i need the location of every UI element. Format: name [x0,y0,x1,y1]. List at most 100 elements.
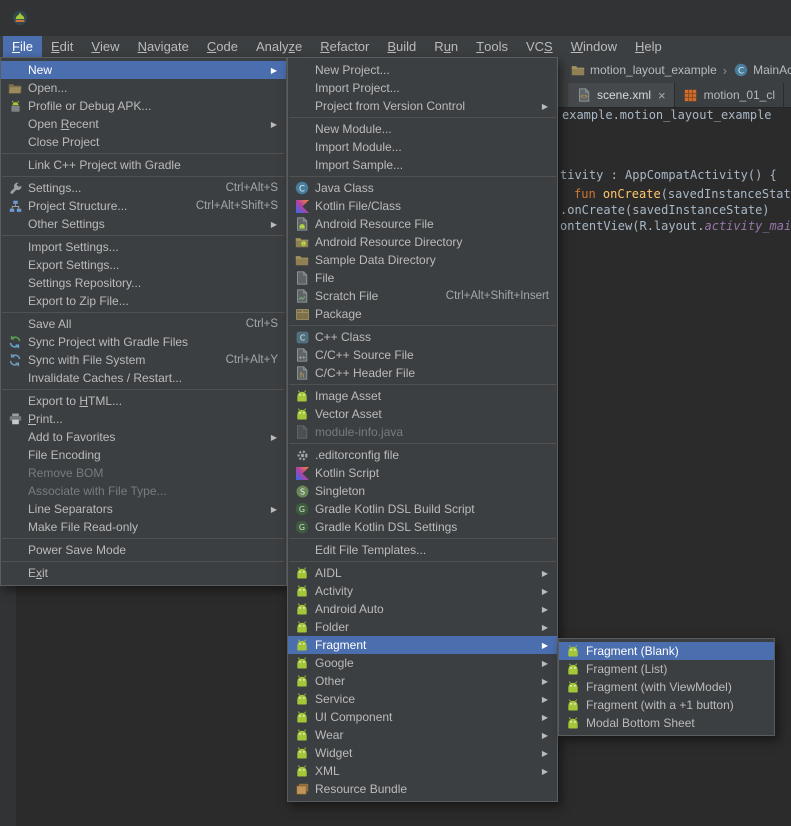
menu-item-edit-file-templates[interactable]: Edit File Templates... [288,541,557,559]
menu-item-aidl[interactable]: AIDL▶ [288,564,557,582]
menu-item-fragment-with-viewmodel[interactable]: Fragment (with ViewModel) [559,678,774,696]
menu-item-other-settings[interactable]: Other Settings▶ [1,215,286,233]
menu-item-fragment[interactable]: Fragment▶ [288,636,557,654]
code-line: example.motion_layout_example [562,108,772,122]
menu-item-associate-with-file-type[interactable]: Associate with File Type... [1,482,286,500]
icon-spacer [7,466,23,480]
menu-item-export-to-zip-file[interactable]: Export to Zip File... [1,292,286,310]
menu-item-other[interactable]: Other▶ [288,672,557,690]
menu-item-print[interactable]: Print... [1,410,286,428]
menubar-item-navigate[interactable]: Navigate [129,36,198,57]
menu-item-gradle-kotlin-dsl-build-script[interactable]: GGradle Kotlin DSL Build Script [288,500,557,518]
breadcrumb-item-motion-layout-example[interactable]: motion_layout_example [570,63,717,77]
menu-item-file[interactable]: File [288,269,557,287]
menu-item-resource-bundle[interactable]: Resource Bundle [288,780,557,798]
submenu-arrow-icon: ▶ [542,605,549,614]
menu-item-sync-project-with-gradle-files[interactable]: Sync Project with Gradle Files [1,333,286,351]
menu-item-vector-asset[interactable]: Vector Asset [288,405,557,423]
menu-item-file-encoding[interactable]: File Encoding [1,446,286,464]
menu-item-gradle-kotlin-dsl-settings[interactable]: GGradle Kotlin DSL Settings [288,518,557,536]
menu-item-label: Kotlin Script [315,466,379,480]
menu-item-settings[interactable]: Settings...Ctrl+Alt+S [1,179,286,197]
menu-item-editorconfig-file[interactable]: .editorconfig file [288,446,557,464]
menu-item-save-all[interactable]: Save AllCtrl+S [1,315,286,333]
menubar-item-vcs[interactable]: VCS [517,36,562,57]
menu-item-settings-repository[interactable]: Settings Repository... [1,274,286,292]
menu-item-make-file-read-only[interactable]: Make File Read-only [1,518,286,536]
menubar-item-help[interactable]: Help [626,36,671,57]
menu-item-link-c-project-with-gradle[interactable]: Link C++ Project with Gradle [1,156,286,174]
kotlin-icon [294,199,310,213]
menu-item-sync-with-file-system[interactable]: Sync with File SystemCtrl+Alt+Y [1,351,286,369]
menu-item-close-project[interactable]: Close Project [1,133,286,151]
menubar-item-view[interactable]: View [82,36,128,57]
menu-item-module-info-java[interactable]: module-info.java [288,423,557,441]
menu-item-kotlin-script[interactable]: Kotlin Script [288,464,557,482]
menubar-item-analyze[interactable]: Analyze [247,36,311,57]
menu-item-singleton[interactable]: SSingleton [288,482,557,500]
menu-item-fragment-list[interactable]: Fragment (List) [559,660,774,678]
menu-item-import-sample[interactable]: Import Sample... [288,156,557,174]
breadcrumb-item-mainac[interactable]: CMainAc [733,63,791,77]
menubar-item-build[interactable]: Build [378,36,425,57]
menu-item-android-resource-directory[interactable]: Android Resource Directory [288,233,557,251]
menubar-item-refactor[interactable]: Refactor [311,36,378,57]
menu-item-xml[interactable]: XML▶ [288,762,557,780]
menu-item-import-module[interactable]: Import Module... [288,138,557,156]
menu-item-invalidate-caches-restart[interactable]: Invalidate Caches / Restart... [1,369,286,387]
menu-item-google[interactable]: Google▶ [288,654,557,672]
menu-item-project-structure[interactable]: Project Structure...Ctrl+Alt+Shift+S [1,197,286,215]
menubar-item-edit[interactable]: Edit [42,36,82,57]
menu-separator [2,235,285,236]
menu-item-wear[interactable]: Wear▶ [288,726,557,744]
menu-item-folder[interactable]: Folder▶ [288,618,557,636]
menu-item-power-save-mode[interactable]: Power Save Mode [1,541,286,559]
menubar-item-code[interactable]: Code [198,36,247,57]
menu-item-add-to-favorites[interactable]: Add to Favorites▶ [1,428,286,446]
menu-item-c-c-header-file[interactable]: hC/C++ Header File [288,364,557,382]
menu-item-scratch-file[interactable]: Scratch FileCtrl+Alt+Shift+Insert [288,287,557,305]
menu-item-android-auto[interactable]: Android Auto▶ [288,600,557,618]
menubar-item-tools[interactable]: Tools [467,36,517,57]
menubar-item-run[interactable]: Run [425,36,467,57]
tab-close-icon[interactable]: × [658,89,666,102]
menu-item-c-class[interactable]: CC++ Class [288,328,557,346]
folder-open-icon [7,81,23,95]
menu-item-project-from-version-control[interactable]: Project from Version Control▶ [288,97,557,115]
menu-item-export-settings[interactable]: Export Settings... [1,256,286,274]
menu-item-line-separators[interactable]: Line Separators▶ [1,500,286,518]
menu-item-import-settings[interactable]: Import Settings... [1,238,286,256]
menu-item-new[interactable]: New▶ [1,61,286,79]
menu-item-widget[interactable]: Widget▶ [288,744,557,762]
menu-item-modal-bottom-sheet[interactable]: Modal Bottom Sheet [559,714,774,732]
android-file-icon [294,217,310,231]
menu-item-import-project[interactable]: Import Project... [288,79,557,97]
menu-item-java-class[interactable]: CJava Class [288,179,557,197]
editor-tab-motion-01-cl[interactable]: motion_01_cl [675,83,784,107]
menu-item-image-asset[interactable]: Image Asset [288,387,557,405]
menu-item-open-recent[interactable]: Open Recent▶ [1,115,286,133]
menu-item-export-to-html[interactable]: Export to HTML... [1,392,286,410]
menu-item-fragment-with-a-1-button[interactable]: Fragment (with a +1 button) [559,696,774,714]
menu-item-remove-bom[interactable]: Remove BOM [1,464,286,482]
android-icon [294,656,310,670]
menu-item-new-project[interactable]: New Project... [288,61,557,79]
menu-item-profile-or-debug-apk[interactable]: Profile or Debug APK... [1,97,286,115]
menu-item-activity[interactable]: Activity▶ [288,582,557,600]
menu-item-exit[interactable]: Exit [1,564,286,582]
menu-item-ui-component[interactable]: UI Component▶ [288,708,557,726]
menu-item-package[interactable]: Package [288,305,557,323]
menu-item-kotlin-file-class[interactable]: Kotlin File/Class [288,197,557,215]
menubar-item-file[interactable]: File [3,36,42,57]
kotlin-icon [294,466,310,480]
menu-item-sample-data-directory[interactable]: Sample Data Directory [288,251,557,269]
menu-item-new-module[interactable]: New Module... [288,120,557,138]
menu-item-service[interactable]: Service▶ [288,690,557,708]
menu-item-android-resource-file[interactable]: Android Resource File [288,215,557,233]
menu-item-c-c-source-file[interactable]: ++C/C++ Source File [288,346,557,364]
menu-item-label: Fragment (Blank) [586,644,679,658]
editor-tab-scene-xml[interactable]: <>scene.xml× [568,83,675,107]
menu-item-open[interactable]: Open... [1,79,286,97]
menubar-item-window[interactable]: Window [562,36,626,57]
menu-item-fragment-blank[interactable]: Fragment (Blank) [559,642,774,660]
